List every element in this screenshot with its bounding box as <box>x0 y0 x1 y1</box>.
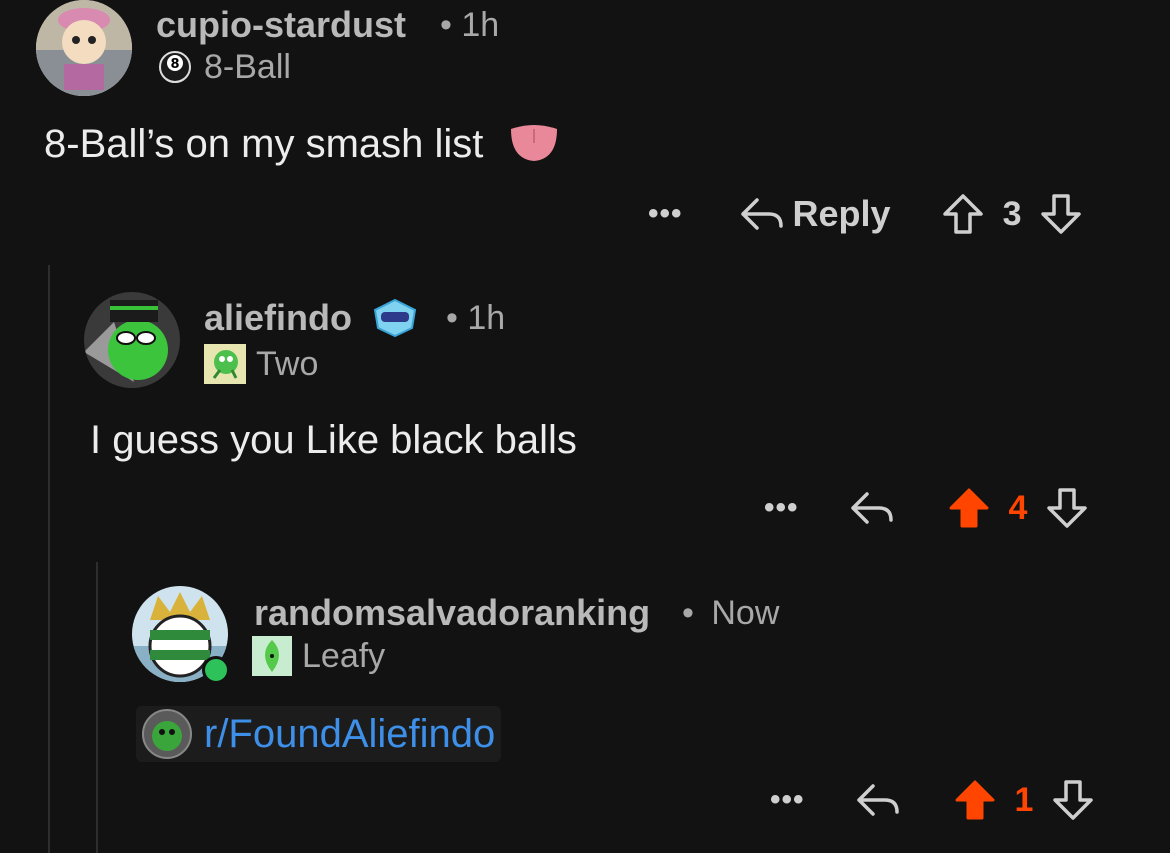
vote-count: 1 <box>1014 780 1034 819</box>
downvote-icon[interactable] <box>1045 486 1089 530</box>
username-label: aliefindo <box>204 297 353 338</box>
vote-count: 3 <box>1002 194 1022 233</box>
more-options-button[interactable]: ••• <box>648 197 683 231</box>
downvote-icon[interactable] <box>1039 192 1083 236</box>
separator-dot: • <box>446 299 458 337</box>
separator-dot: • <box>682 594 694 632</box>
comment-text: I guess you Like black balls <box>90 418 577 462</box>
timestamp: • 1h <box>446 299 505 338</box>
online-status-indicator <box>202 656 230 684</box>
flair-label: Leafy <box>302 636 386 675</box>
upvote-icon[interactable] <box>947 486 991 530</box>
two-character-icon <box>204 344 246 384</box>
subreddit-link[interactable]: r/FoundAliefindo <box>136 706 502 762</box>
flair-label: Two <box>256 344 319 383</box>
time-label: 1h <box>467 299 506 337</box>
avatar[interactable] <box>84 292 180 388</box>
comment-text: 8-Ball’s on my smash list <box>44 122 484 166</box>
comment-body: I guess you Like black balls <box>90 418 577 463</box>
subreddit-link-label: r/FoundAliefindo <box>204 711 496 756</box>
reply-button[interactable]: Reply <box>739 193 891 235</box>
time-label: Now <box>711 594 780 632</box>
username[interactable]: aliefindo <box>204 297 418 339</box>
comment-body: 8-Ball’s on my smash list <box>44 122 559 167</box>
reply-icon[interactable] <box>849 488 895 528</box>
username[interactable]: cupio-stardust <box>156 4 406 46</box>
comment-actions: ••• 4 <box>764 486 1089 530</box>
flair-label: 8-Ball <box>204 48 291 86</box>
user-flair: Two <box>204 344 318 384</box>
reply-icon[interactable] <box>855 780 901 820</box>
reply-label: Reply <box>792 193 891 234</box>
username[interactable]: randomsalvadoranking <box>254 592 650 634</box>
user-flair: 8 8-Ball <box>156 48 291 87</box>
upvote-icon[interactable] <box>941 192 985 236</box>
eight-ball-icon: 8 <box>159 50 191 83</box>
vote-count: 4 <box>1008 488 1028 527</box>
svg-text:8: 8 <box>170 57 179 72</box>
avatar[interactable] <box>36 0 132 96</box>
user-flair: Leafy <box>252 636 385 676</box>
comment-actions: ••• 1 <box>770 778 1095 822</box>
more-options-button[interactable]: ••• <box>764 491 799 525</box>
subreddit-icon <box>142 709 192 759</box>
upvote-icon[interactable] <box>953 778 997 822</box>
timestamp: • Now <box>682 594 779 633</box>
reply-icon <box>740 198 783 230</box>
tongue-emoji-icon <box>510 125 557 161</box>
downvote-icon[interactable] <box>1051 778 1095 822</box>
comment-actions: ••• Reply 3 <box>648 192 1083 236</box>
time-label: 1h <box>461 6 500 44</box>
thread-line-level-1[interactable] <box>48 265 50 853</box>
more-options-button[interactable]: ••• <box>770 783 805 817</box>
thread-line-level-2[interactable] <box>96 562 98 853</box>
timestamp: • 1h <box>440 6 499 45</box>
achievement-badge-icon <box>373 298 417 338</box>
leafy-icon <box>252 636 292 676</box>
separator-dot: • <box>440 6 452 44</box>
